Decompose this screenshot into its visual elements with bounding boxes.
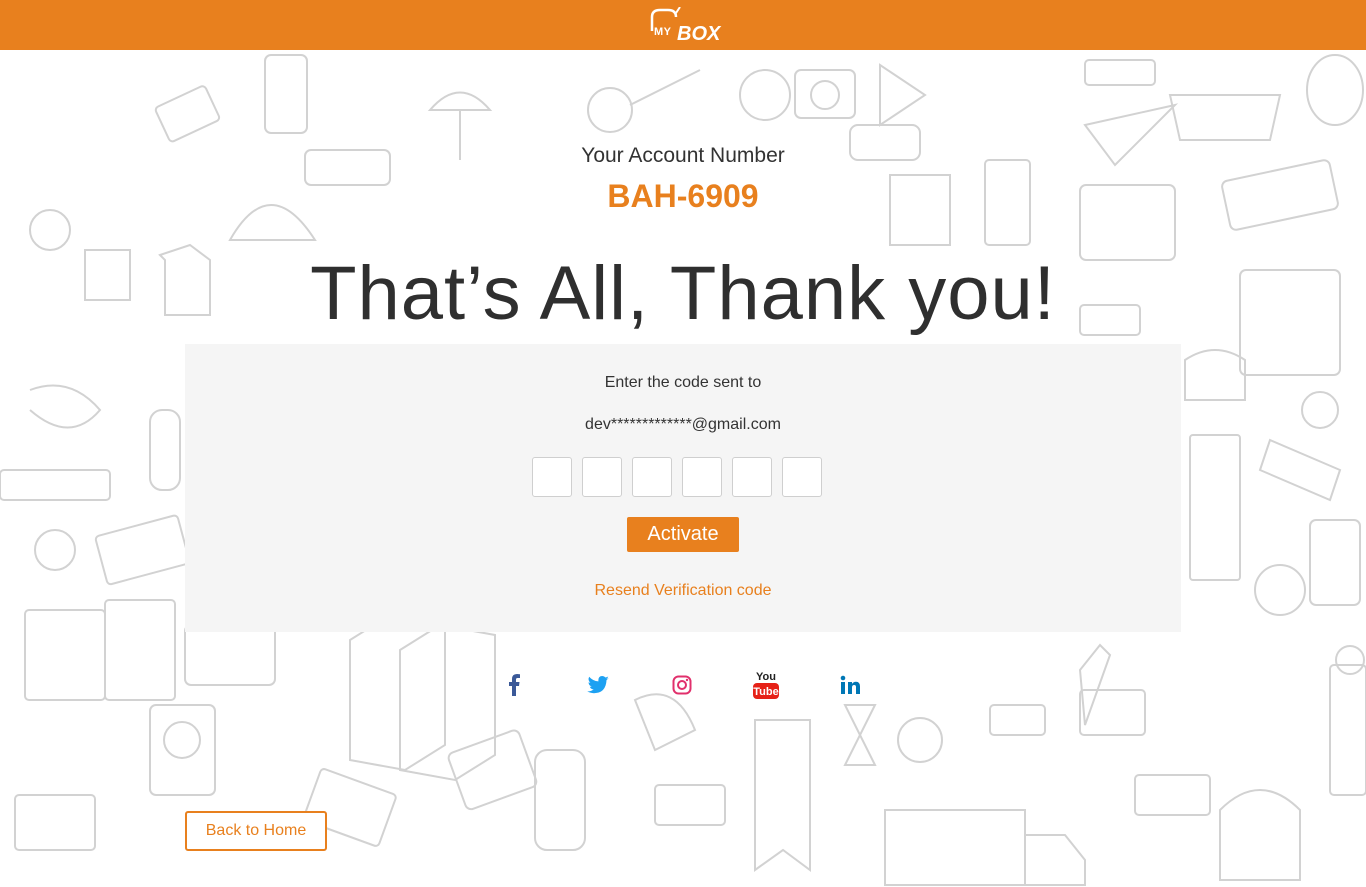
code-digit-5[interactable] — [732, 457, 772, 497]
code-digit-3[interactable] — [632, 457, 672, 497]
logo-box-text: BOX — [677, 23, 721, 45]
twitter-link[interactable] — [581, 668, 615, 702]
code-digit-4[interactable] — [682, 457, 722, 497]
code-digit-6[interactable] — [782, 457, 822, 497]
instagram-icon — [672, 675, 692, 695]
account-number-label: Your Account Number — [581, 144, 785, 167]
linkedin-icon — [840, 675, 860, 694]
mybox-logo[interactable]: MY BOX — [648, 5, 721, 45]
logo-my-text: MY — [654, 26, 672, 38]
resend-code-link[interactable]: Resend Verification code — [185, 582, 1181, 600]
code-prompt: Enter the code sent to — [604, 374, 762, 391]
twitter-icon — [587, 676, 609, 694]
facebook-icon — [509, 674, 520, 696]
code-digit-2[interactable] — [582, 457, 622, 497]
activate-button[interactable]: Activate — [627, 517, 739, 552]
youtube-icon: You Tube — [753, 671, 779, 699]
top-bar: MY BOX — [0, 0, 1366, 50]
instagram-link[interactable] — [665, 668, 699, 702]
main-content: Your Account Number BAH-6909 That’s All,… — [0, 0, 1366, 887]
code-digit-1[interactable] — [532, 457, 572, 497]
back-to-home-button[interactable]: Back to Home — [185, 811, 327, 851]
youtube-link[interactable]: You Tube — [749, 668, 783, 702]
thank-you-heading: That’s All, Thank you! — [310, 251, 1056, 336]
masked-email: dev*************@gmail.com — [585, 416, 781, 433]
youtube-tube-text: Tube — [753, 686, 778, 698]
facebook-link[interactable] — [497, 668, 531, 702]
youtube-you-text: You — [756, 671, 776, 683]
code-input-row — [532, 457, 834, 499]
verification-panel: Enter the code sent to dev*************@… — [185, 344, 1181, 632]
linkedin-link[interactable] — [833, 668, 867, 702]
account-number-value: BAH-6909 — [607, 178, 759, 214]
